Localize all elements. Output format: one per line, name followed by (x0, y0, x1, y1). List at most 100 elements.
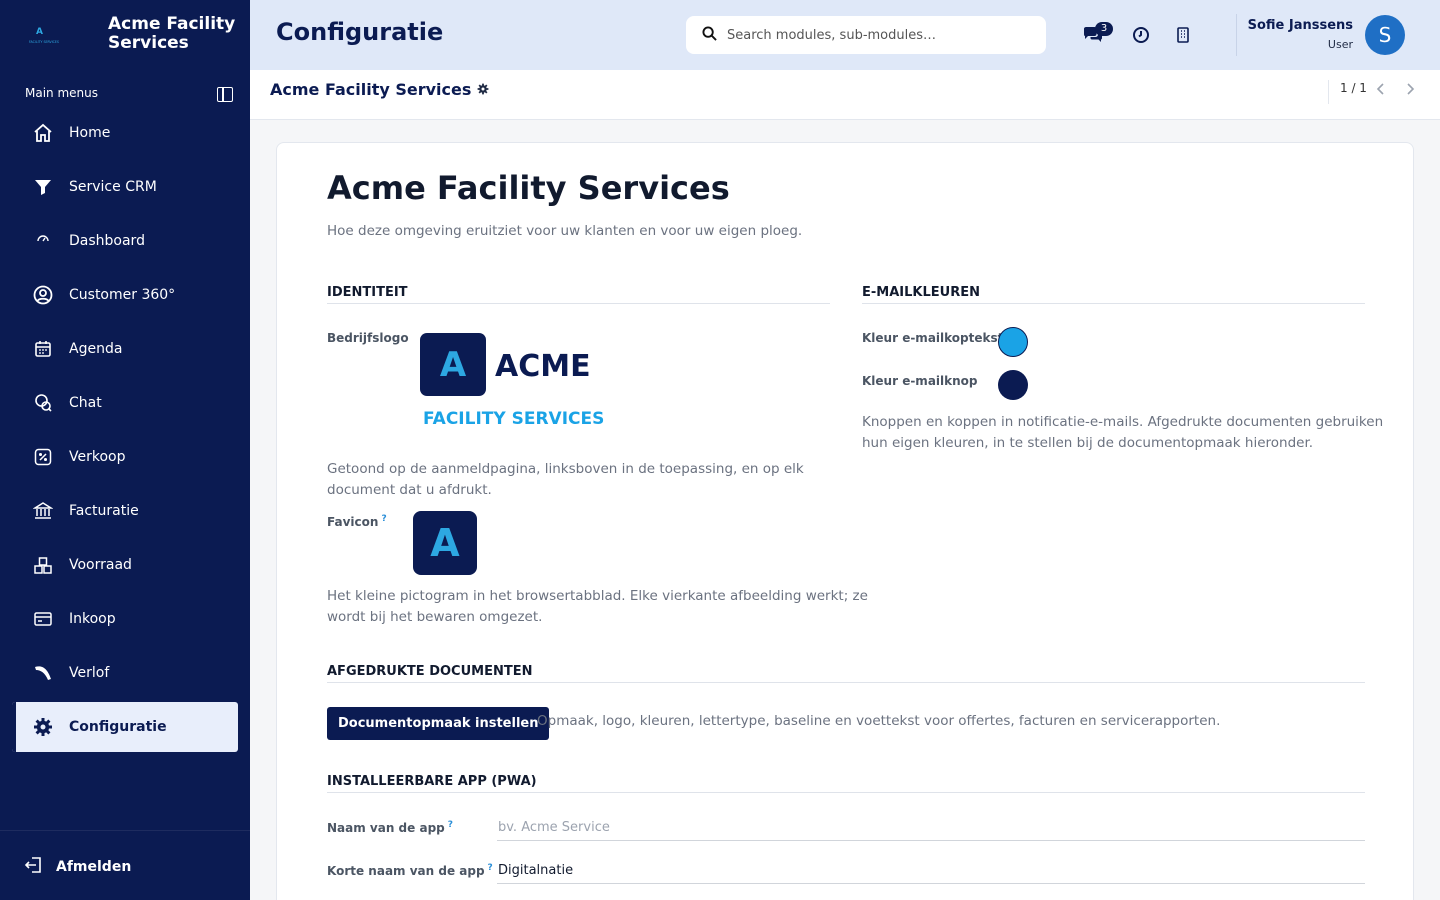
header-divider (1236, 14, 1237, 56)
logout-icon (24, 855, 44, 879)
sidebar-item-inkoop[interactable]: Inkoop (12, 594, 238, 644)
sidebar-item-home[interactable]: Home (12, 108, 238, 158)
chevron-right-icon[interactable] (1402, 80, 1418, 98)
short-name-label: Korte naam van de app? (327, 863, 493, 878)
pwa-divider (327, 792, 1365, 793)
document-layout-button[interactable]: Documentopmaak instellen (327, 707, 550, 740)
help-tooltip-icon[interactable]: ? (381, 514, 386, 524)
card-icon (32, 608, 54, 630)
breadcrumb-bar: Acme Facility Services 1 / 1 (250, 70, 1440, 120)
sidebar-item-verkoop[interactable]: Verkoop (12, 432, 238, 482)
app-name-input[interactable] (497, 815, 1365, 841)
company-title: Acme Facility Services (327, 169, 730, 207)
email-colors-help-line-1: Knoppen en koppen in notificatie-e-mails… (862, 414, 1384, 430)
favicon-label-text: Favicon (327, 515, 379, 529)
sidebar-item-label: Verlof (69, 665, 110, 681)
clock-icon[interactable] (1130, 24, 1152, 46)
svg-text:FACILITY SERVICES: FACILITY SERVICES (29, 40, 59, 44)
email-header-color-swatch[interactable] (998, 327, 1028, 357)
email-button-color-swatch[interactable] (998, 370, 1028, 400)
chevron-left-icon[interactable] (1373, 80, 1389, 98)
boxes-icon (32, 554, 54, 576)
sidebar-item-agenda[interactable]: Agenda (12, 324, 238, 374)
bank-icon (32, 500, 54, 522)
short-name-input[interactable] (497, 858, 1365, 884)
favicon-label: Favicon? (327, 514, 387, 529)
email-button-color-label: Kleur e-mailknop (862, 374, 978, 388)
calendar-icon (32, 338, 54, 360)
sidebar-item-customer-360[interactable]: Customer 360° (12, 270, 238, 320)
sidebar-item-label: Chat (69, 395, 102, 411)
page-title: Configuratie (276, 18, 444, 46)
sidebar-item-label: Customer 360° (69, 287, 176, 303)
sidebar-footer: Afmelden (0, 830, 250, 900)
favicon-help-line-2: wordt bij het bewaren omgezet. (327, 609, 543, 625)
printed-docs-help: Opmaak, logo, kleuren, lettertype, basel… (537, 713, 1221, 729)
user-role: User (1327, 38, 1353, 51)
messages-badge: 3 (1095, 22, 1113, 36)
sidebar-item-facturatie[interactable]: Facturatie (12, 486, 238, 536)
avatar[interactable]: S (1365, 15, 1405, 55)
sidebar-item-configuratie[interactable]: Configuratie (12, 702, 238, 752)
brand[interactable]: A FACILITY SERVICES Acme Facility Servic… (0, 0, 250, 70)
settings-gear-icon[interactable] (477, 80, 489, 99)
percent-icon (32, 446, 54, 468)
main-menus-heading: Main menus (25, 86, 98, 100)
company-subtitle: Hoe deze omgeving eruitziet voor uw klan… (327, 223, 803, 239)
printed-docs-section-title: AFGEDRUKTE DOCUMENTEN (327, 664, 533, 679)
help-tooltip-icon[interactable]: ? (448, 820, 453, 830)
logo-letter-mark: A (420, 333, 486, 396)
svg-text:A: A (36, 27, 43, 37)
search-input[interactable] (727, 27, 1027, 43)
user-circle-icon (32, 284, 54, 306)
sidebar-item-dashboard[interactable]: Dashboard (12, 216, 238, 266)
logo-help-line-1: Getoond op de aanmeldpagina, linksboven … (327, 461, 804, 477)
home-icon (32, 122, 54, 144)
pager-count: 1 / 1 (1340, 81, 1367, 95)
help-tooltip-icon[interactable]: ? (488, 863, 493, 873)
sidebar-item-label: Service CRM (69, 179, 157, 195)
sidebar: A FACILITY SERVICES Acme Facility Servic… (0, 0, 250, 900)
email-header-color-label: Kleur e-mailkoptekst (862, 331, 1004, 345)
search-box[interactable] (686, 16, 1046, 54)
sidebar-item-label: Configuratie (69, 719, 167, 735)
chat-icon (32, 392, 54, 414)
plane-icon (32, 662, 54, 684)
breadcrumb-title: Acme Facility Services (270, 80, 472, 99)
sidebar-item-verlof[interactable]: Verlof (12, 648, 238, 698)
sidebar-item-service-crm[interactable]: Service CRM (12, 162, 238, 212)
sidebar-item-label: Agenda (69, 341, 123, 357)
pager-divider (1328, 80, 1329, 104)
logout-label: Afmelden (56, 859, 132, 875)
search-icon (702, 25, 717, 45)
company-logo[interactable]: A ACME FACILITY SERVICES (420, 333, 604, 433)
favicon-image[interactable]: A (413, 511, 477, 575)
sidebar-item-label: Home (69, 125, 111, 141)
funnel-icon (32, 176, 54, 198)
sidebar-item-label: Inkoop (69, 611, 116, 627)
identity-divider (327, 303, 830, 304)
app-name-label-text: Naam van de app (327, 821, 445, 835)
sidebar-item-voorraad[interactable]: Voorraad (12, 540, 238, 590)
sidebar-collapse-icon[interactable] (217, 87, 233, 102)
sidebar-nav: Home Service CRM Dashboard Customer 360°… (12, 108, 238, 756)
email-colors-help-line-2: hun eigen kleuren, in te stellen bij de … (862, 435, 1314, 451)
breadcrumb: Acme Facility Services (270, 80, 489, 99)
building-icon[interactable] (1172, 24, 1194, 46)
brand-logo-icon: A FACILITY SERVICES (29, 27, 59, 44)
settings-card: Acme Facility Services Hoe deze omgeving… (276, 142, 1414, 900)
top-header: Configuratie 3 Sofie Janssens User S (250, 0, 1440, 70)
company-logo-label: Bedrijfslogo (327, 331, 409, 345)
logout-button[interactable]: Afmelden (24, 855, 131, 879)
identity-section-title: IDENTITEIT (327, 285, 408, 300)
logo-word: ACME (495, 349, 591, 384)
app-name-label: Naam van de app? (327, 820, 453, 835)
brand-name: Acme Facility Services (108, 14, 236, 53)
printed-docs-divider (327, 682, 1365, 683)
gear-icon (32, 716, 54, 738)
sidebar-item-label: Dashboard (69, 233, 145, 249)
gauge-icon (32, 230, 54, 252)
sidebar-item-chat[interactable]: Chat (12, 378, 238, 428)
logo-help-line-2: document dat u afdrukt. (327, 482, 492, 498)
pwa-section-title: INSTALLEERBARE APP (PWA) (327, 774, 537, 789)
